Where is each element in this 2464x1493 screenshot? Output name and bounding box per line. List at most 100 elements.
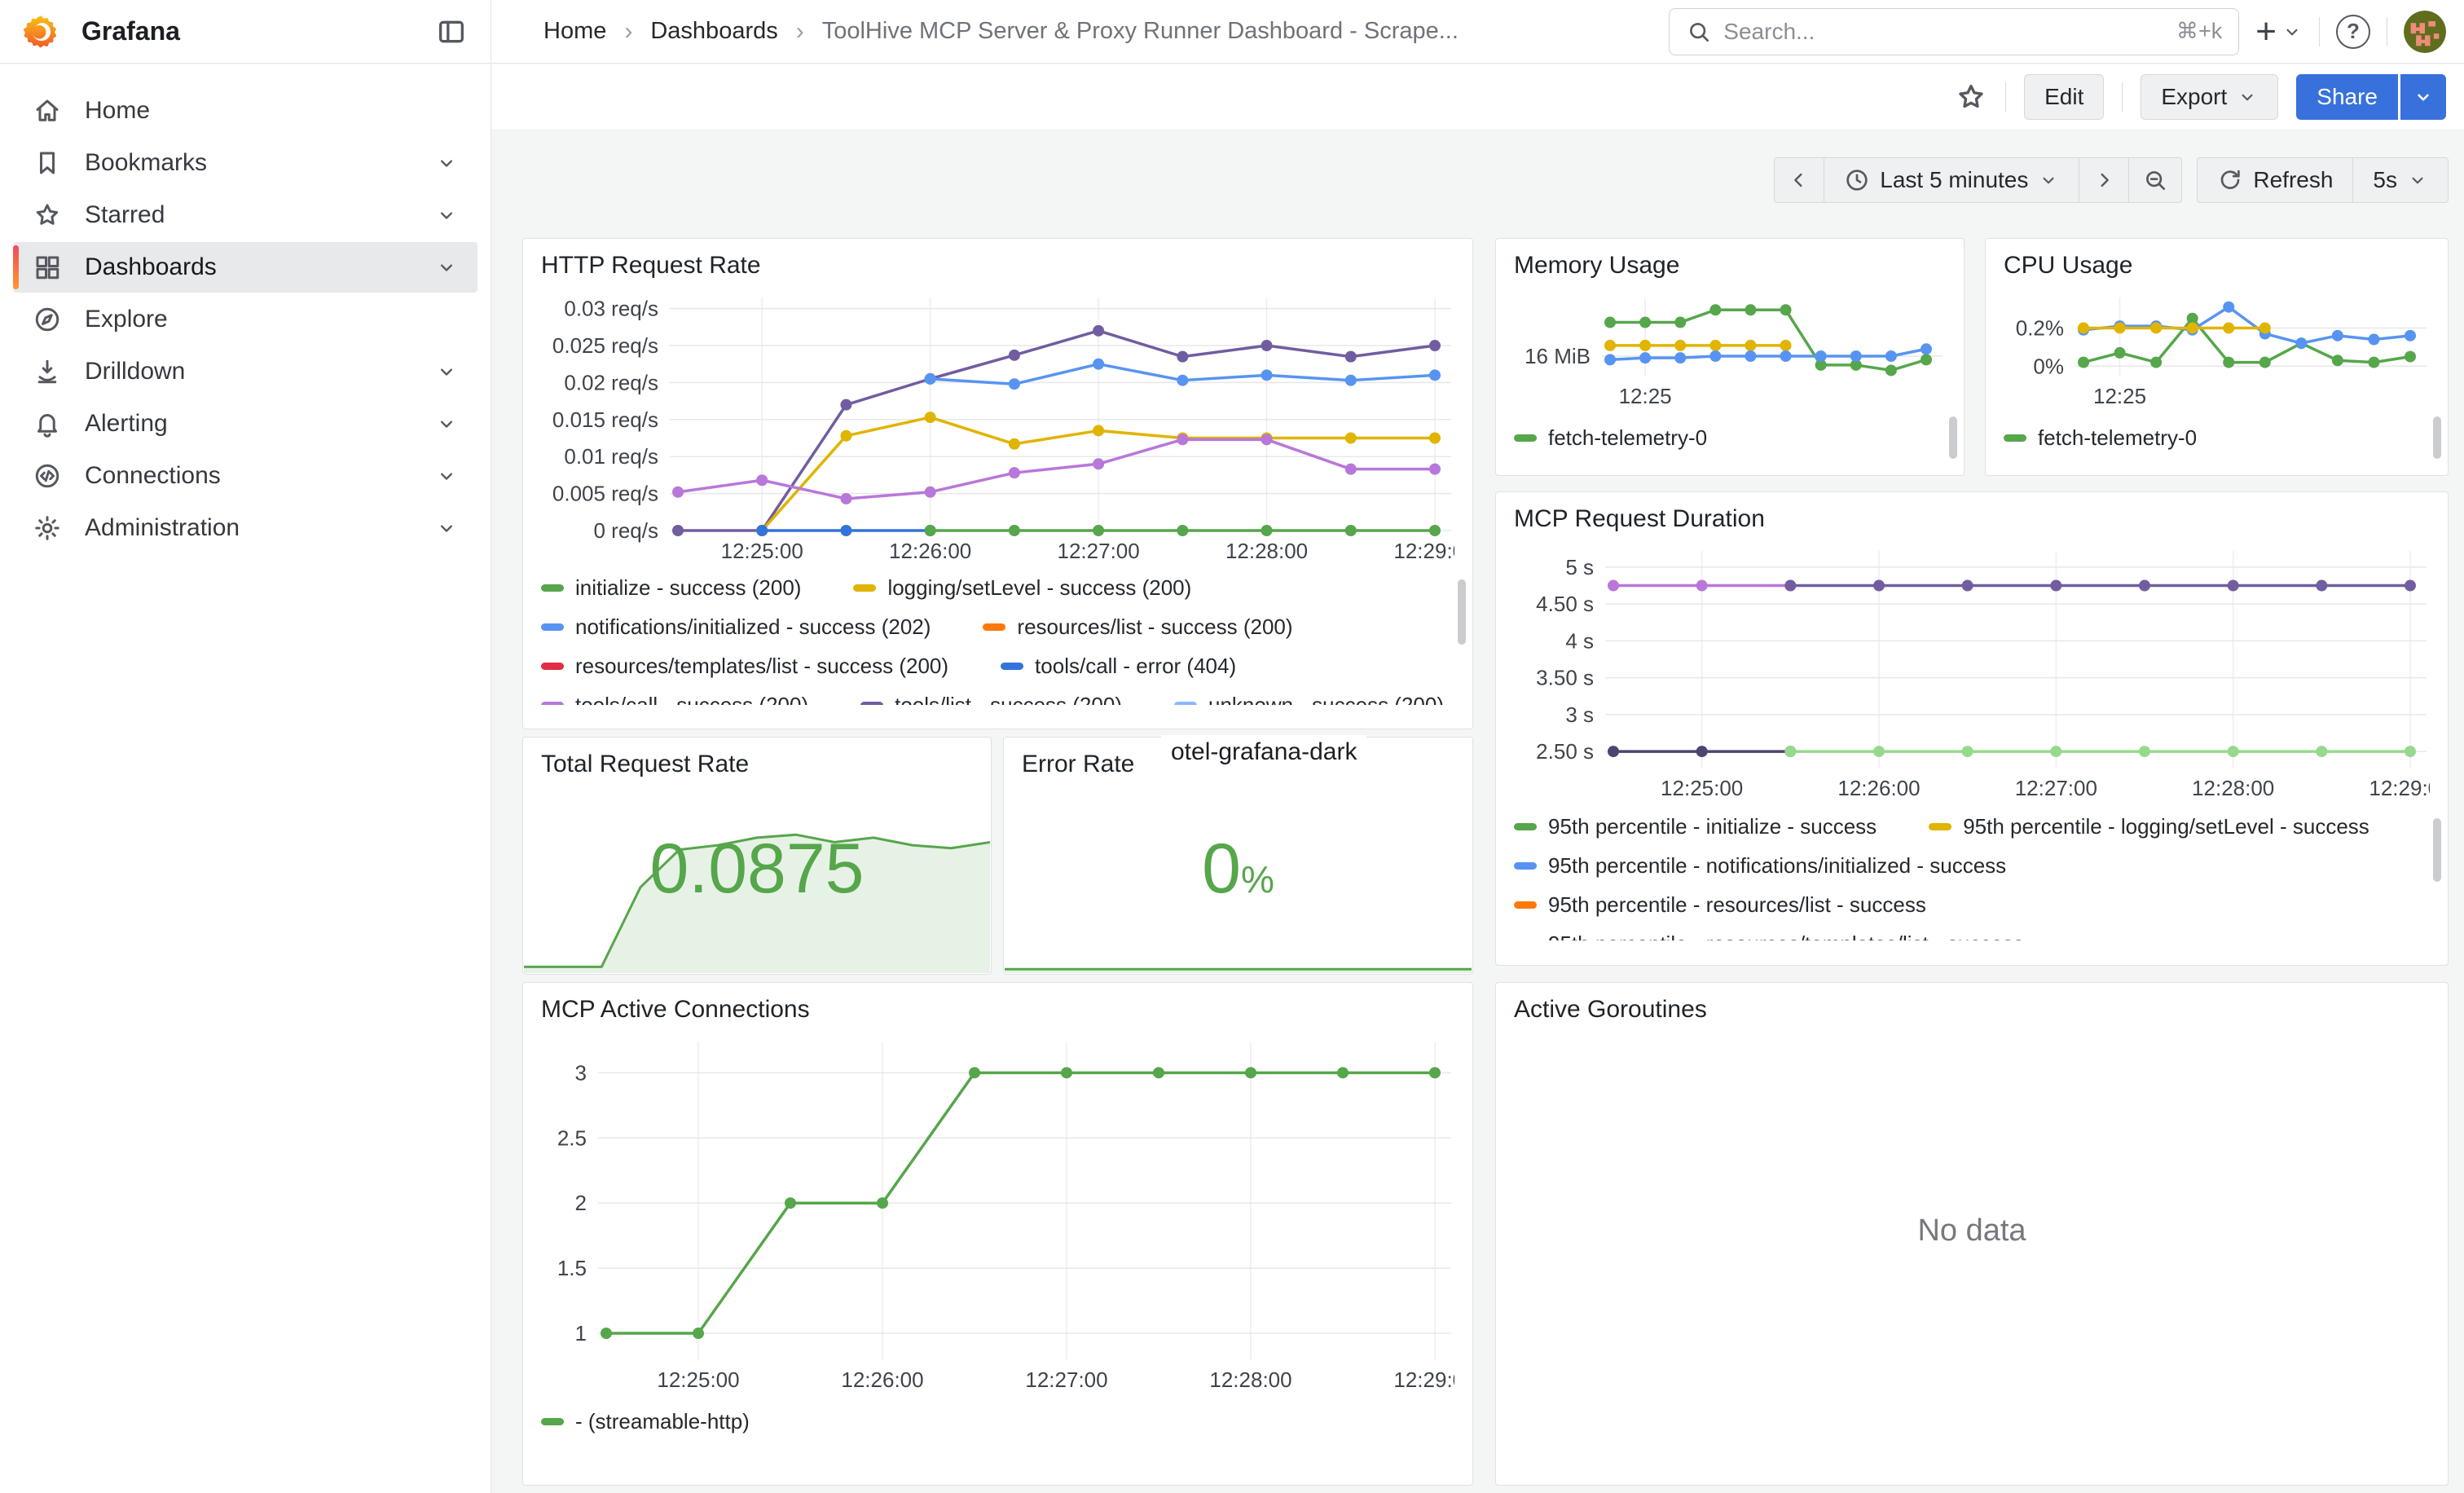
- legend-item[interactable]: resources/list - success (200): [983, 607, 1292, 646]
- share-menu-button[interactable]: [2400, 74, 2446, 120]
- legend-scrollbar[interactable]: [1458, 579, 1466, 645]
- grafana-logo-icon[interactable]: [23, 13, 60, 51]
- panel-title[interactable]: Total Request Rate: [541, 751, 973, 778]
- legend-item[interactable]: 95th percentile - initialize - success: [1514, 807, 1877, 846]
- collapse-sidebar-icon[interactable]: [435, 15, 468, 48]
- legend-item[interactable]: resources/templates/list - success (200): [541, 646, 948, 685]
- breadcrumb-dashboards[interactable]: Dashboards: [650, 18, 777, 45]
- legend-item[interactable]: fetch-telemetry-0: [1514, 418, 1707, 457]
- legend-item[interactable]: tools/list - success (200): [860, 685, 1122, 705]
- time-shift-back-button[interactable]: [1774, 157, 1824, 203]
- sidebar-item-administration[interactable]: Administration: [13, 503, 477, 553]
- search-box[interactable]: ⌘+k: [1669, 8, 2239, 55]
- svg-text:5 s: 5 s: [1565, 555, 1594, 579]
- chevron-down-icon[interactable]: [435, 204, 458, 227]
- edit-button[interactable]: Edit: [2024, 74, 2104, 120]
- panel-title[interactable]: MCP Active Connections: [541, 996, 1454, 1024]
- legend-item[interactable]: 95th percentile - resources/list - succe…: [1514, 885, 1926, 924]
- legend-item[interactable]: - (streamable-http): [541, 1402, 750, 1441]
- cpu-usage-chart: 12:250%0.2%: [2004, 286, 2430, 410]
- legend-scrollbar[interactable]: [2433, 818, 2441, 882]
- refresh-interval-picker[interactable]: 5s: [2352, 157, 2449, 203]
- sidebar-item-connections[interactable]: Connections: [13, 451, 477, 501]
- chevron-down-icon[interactable]: [435, 152, 458, 174]
- sidebar-item-starred[interactable]: Starred: [13, 190, 477, 240]
- sidebar-item-home[interactable]: Home: [13, 86, 477, 136]
- chevron-down-icon[interactable]: [435, 360, 458, 383]
- legend-item[interactable]: logging/setLevel - success (200): [853, 568, 1191, 607]
- panel-title[interactable]: CPU Usage: [2004, 252, 2430, 280]
- new-button[interactable]: +: [2255, 14, 2303, 50]
- chevron-down-icon[interactable]: [435, 517, 458, 540]
- legend-item[interactable]: notifications/initialized - success (202…: [541, 607, 931, 646]
- favorite-star-icon[interactable]: [1955, 81, 1987, 113]
- search-input[interactable]: [1723, 19, 2165, 45]
- refresh-interval-label: 5s: [2373, 167, 2397, 193]
- legend-label: 95th percentile - logging/setLevel - suc…: [1963, 814, 2369, 839]
- bookmark-icon: [33, 148, 62, 178]
- svg-text:12:27:00: 12:27:00: [2015, 776, 2097, 800]
- svg-text:12:28:00: 12:28:00: [1225, 539, 1308, 563]
- chevron-down-icon[interactable]: [435, 412, 458, 435]
- sidebar-item-label: Bookmarks: [85, 149, 207, 177]
- export-button[interactable]: Export: [2141, 74, 2278, 120]
- svg-text:12:26:00: 12:26:00: [1837, 776, 1920, 800]
- dashboard-actions-bar: Edit Export Share: [492, 64, 2464, 130]
- legend-item[interactable]: fetch-telemetry-0: [2004, 418, 2197, 457]
- svg-text:12:25: 12:25: [2093, 384, 2146, 408]
- time-shift-forward-button[interactable]: [2079, 157, 2129, 203]
- refresh-button[interactable]: Refresh: [2197, 157, 2353, 203]
- legend-label: 95th percentile - resources/list - succe…: [1548, 892, 1926, 918]
- legend-item[interactable]: initialize - success (200): [541, 568, 801, 607]
- legend-item[interactable]: tools/call - error (404): [1001, 646, 1236, 685]
- sidebar-item-explore[interactable]: Explore: [13, 294, 477, 345]
- refresh-group: Refresh 5s: [2197, 157, 2449, 203]
- zoom-out-button[interactable]: [2128, 157, 2182, 203]
- breadcrumb-separator: ›: [796, 18, 804, 46]
- panel-title[interactable]: Memory Usage: [1514, 252, 1946, 280]
- legend-label: unknown - success (200): [1208, 693, 1444, 706]
- legend-color-dash: [1514, 940, 1537, 941]
- legend-item[interactable]: unknown - success (200): [1174, 685, 1444, 705]
- chevron-down-icon: [2407, 170, 2428, 191]
- svg-text:0 req/s: 0 req/s: [594, 518, 659, 543]
- legend-color-dash: [860, 702, 883, 706]
- chart-canvas: 12:25:0012:26:0012:27:0012:28:0012:29:00…: [541, 1030, 1454, 1394]
- chevron-down-icon[interactable]: [435, 465, 458, 487]
- legend-item[interactable]: 95th percentile - resources/templates/li…: [1514, 924, 2024, 940]
- svg-text:12:26:00: 12:26:00: [889, 539, 971, 563]
- help-icon[interactable]: ?: [2336, 15, 2370, 49]
- sidebar-item-alerting[interactable]: Alerting: [13, 399, 477, 449]
- legend-scrollbar[interactable]: [1949, 416, 1957, 459]
- legend-label: fetch-telemetry-0: [2038, 425, 2197, 451]
- chevron-left-icon: [1788, 169, 1811, 192]
- share-button-label: Share: [2317, 84, 2378, 110]
- sidebar-item-label: Alerting: [85, 410, 168, 438]
- share-button[interactable]: Share: [2296, 74, 2398, 120]
- legend-label: 95th percentile - notifications/initiali…: [1548, 853, 2006, 879]
- search-icon: [1686, 19, 1712, 45]
- user-avatar[interactable]: [2404, 11, 2446, 53]
- legend-item[interactable]: 95th percentile - notifications/initiali…: [1514, 846, 2006, 885]
- plus-icon: +: [2255, 14, 2277, 50]
- export-button-label: Export: [2161, 84, 2227, 110]
- time-controls: Last 5 minutes Refresh 5s: [1774, 157, 2449, 203]
- sidebar-item-bookmarks[interactable]: Bookmarks: [13, 138, 477, 188]
- legend-label: 95th percentile - initialize - success: [1548, 814, 1877, 839]
- svg-text:12:25:00: 12:25:00: [1661, 776, 1743, 800]
- sidebar-item-drilldown[interactable]: Drilldown: [13, 346, 477, 397]
- legend-scrollbar[interactable]: [2433, 416, 2441, 459]
- panel-title[interactable]: MCP Request Duration: [1514, 505, 2430, 533]
- panel-title[interactable]: Active Goroutines: [1514, 996, 2430, 1024]
- panel-title[interactable]: HTTP Request Rate: [541, 252, 1454, 280]
- legend-item[interactable]: 95th percentile - logging/setLevel - suc…: [1929, 807, 2369, 846]
- chevron-down-icon[interactable]: [435, 256, 458, 279]
- sidebar-item-dashboards[interactable]: Dashboards: [13, 242, 477, 293]
- divider: [2005, 82, 2006, 112]
- legend-item[interactable]: tools/call - success (200): [541, 685, 808, 705]
- breadcrumb-home[interactable]: Home: [543, 18, 606, 45]
- refresh-icon: [2217, 167, 2243, 193]
- time-range-picker[interactable]: Last 5 minutes: [1824, 157, 2079, 203]
- sparkline-canvas: [1005, 950, 1472, 973]
- legend-label: fetch-telemetry-0: [1548, 425, 1707, 451]
